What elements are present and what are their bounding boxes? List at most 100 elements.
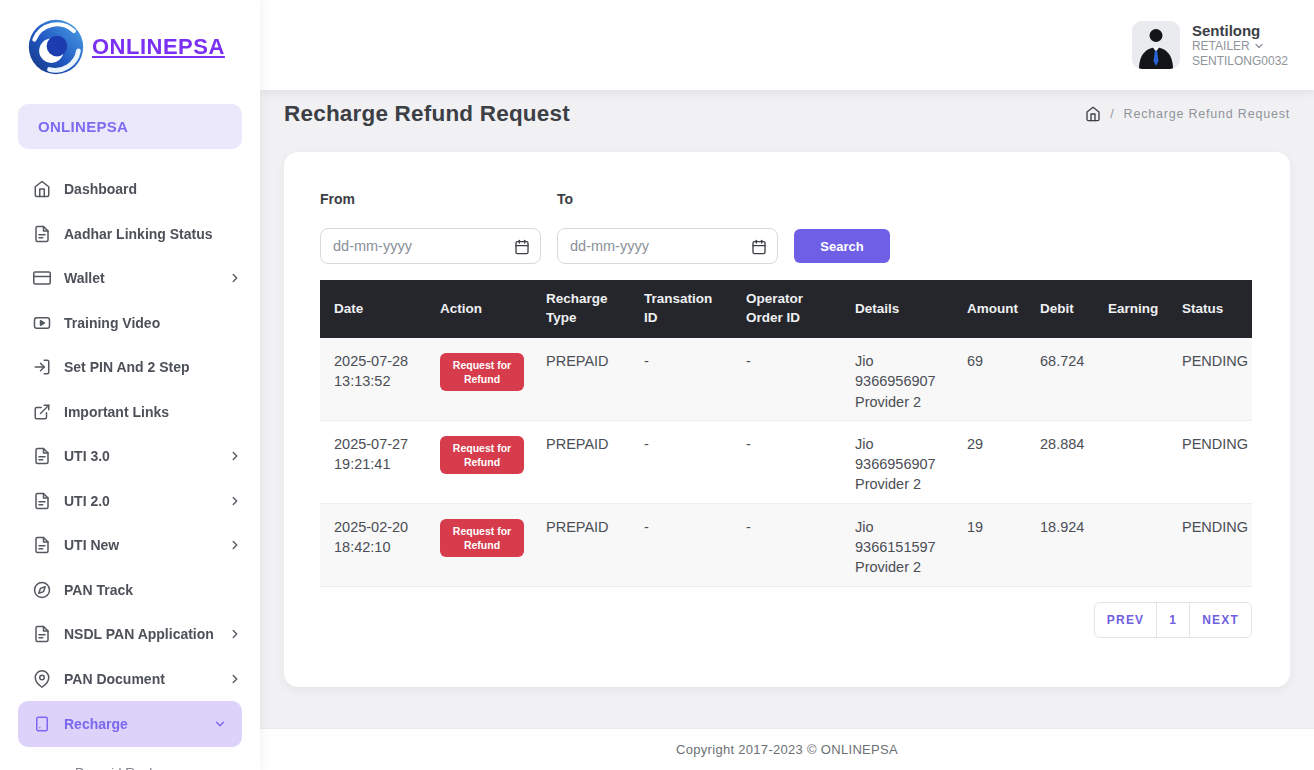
request-refund-button[interactable]: Request forRefund (440, 436, 524, 474)
sidebar-item-uti-20[interactable]: UTI 2.0 (0, 479, 260, 524)
sidebar-item-set-pin[interactable]: Set PIN And 2 Step (0, 345, 260, 390)
col-header-status: Status (1168, 280, 1252, 338)
cell-earning (1094, 503, 1168, 586)
request-refund-button[interactable]: Request forRefund (440, 519, 524, 557)
calendar-icon[interactable] (514, 239, 530, 255)
from-date-input[interactable]: dd-mm-yyyy (320, 228, 541, 264)
cell-date: 2025-07-2719:21:41 (320, 420, 426, 503)
col-header-date: Date (320, 280, 426, 338)
col-header-earning: Earning (1094, 280, 1168, 338)
to-label: To (557, 192, 778, 206)
cell-amount: 19 (953, 503, 1026, 586)
cell-transaction-id: - (630, 338, 732, 420)
sidebar-item-label: UTI 2.0 (64, 493, 110, 509)
file-icon (33, 447, 51, 465)
sidebar-item-label: Dashboard (64, 181, 137, 197)
chevron-right-icon (228, 538, 242, 552)
refund-card: From dd-mm-yyyy To dd-mm-yyyy Search (284, 152, 1290, 687)
breadcrumb-current: Recharge Refund Request (1124, 107, 1290, 121)
breadcrumb: / Recharge Refund Request (1085, 106, 1290, 122)
sidebar-item-uti-30[interactable]: UTI 3.0 (0, 434, 260, 479)
login-icon (33, 358, 51, 376)
sidebar-item-prepaid-recharge[interactable]: Prepaid Recharge (0, 755, 260, 770)
page-title: Recharge Refund Request (284, 101, 570, 127)
content: Recharge Refund Request / Recharge Refun… (260, 90, 1314, 728)
col-header-recharge-type: Recharge Type (532, 280, 630, 338)
from-date-placeholder: dd-mm-yyyy (333, 238, 412, 254)
sidebar-item-aadhar-linking-status[interactable]: Aadhar Linking Status (0, 212, 260, 257)
footer: Copyright 2017-2023 © ONLINEPSA (260, 728, 1314, 770)
sidebar-item-label: Recharge (64, 716, 128, 732)
next-button[interactable]: NEXT (1189, 602, 1252, 638)
compass-icon (33, 581, 51, 599)
chevron-down-icon[interactable] (1253, 40, 1265, 52)
col-header-details: Details (841, 280, 953, 338)
request-refund-button[interactable]: Request forRefund (440, 353, 524, 391)
user-menu[interactable]: Sentilong RETAILER SENTILONG0032 (1132, 21, 1288, 69)
breadcrumb-separator: / (1110, 107, 1114, 121)
document-icon (33, 715, 51, 733)
user-id: SENTILONG0032 (1192, 54, 1288, 69)
cell-status: PENDING (1168, 338, 1252, 420)
sidebar-item-pan-track[interactable]: PAN Track (0, 568, 260, 613)
cell-transaction-id: - (630, 420, 732, 503)
video-icon (33, 314, 51, 332)
sidebar-item-uti-new[interactable]: UTI New (0, 523, 260, 568)
col-header-operator-order-id: Operator Order ID (732, 280, 841, 338)
from-label: From (320, 192, 541, 206)
sidebar-item-recharge[interactable]: Recharge (18, 701, 242, 747)
sidebar-item-nsdl-pan-application[interactable]: NSDL PAN Application (0, 612, 260, 657)
cell-recharge-type: PREPAID (532, 503, 630, 586)
chevron-right-icon (228, 672, 242, 686)
sidebar-item-label: PAN Document (64, 671, 165, 687)
col-header-transaction-id: Transation ID (630, 280, 732, 338)
sidebar-item-label: Set PIN And 2 Step (64, 359, 190, 375)
sidebar-item-training-video[interactable]: Training Video (0, 301, 260, 346)
cell-date: 2025-02-2018:42:10 (320, 503, 426, 586)
logo[interactable]: ONLINEPSA (0, 0, 260, 94)
cell-action: Request forRefund (426, 420, 532, 503)
file-icon (33, 536, 51, 554)
sidebar-item-wallet[interactable]: Wallet (0, 256, 260, 301)
prev-button[interactable]: PREV (1094, 602, 1157, 638)
cell-action: Request forRefund (426, 338, 532, 420)
search-button[interactable]: Search (794, 229, 890, 263)
cell-status: PENDING (1168, 420, 1252, 503)
cell-details: Jio9366956907Provider 2 (841, 420, 953, 503)
cell-amount: 29 (953, 420, 1026, 503)
cell-debit: 18.924 (1026, 503, 1094, 586)
sidebar-item-dashboard[interactable]: Dashboard (0, 167, 260, 212)
cell-status: PENDING (1168, 503, 1252, 586)
sidebar-item-label: UTI 3.0 (64, 448, 110, 464)
home-icon[interactable] (1085, 106, 1101, 122)
sidebar-item-label: NSDL PAN Application (64, 626, 214, 642)
user-role: RETAILER (1192, 39, 1250, 54)
sidebar-item-important-links[interactable]: Important Links (0, 390, 260, 435)
chevron-right-icon (228, 627, 242, 641)
sidebar-item-label: Training Video (64, 315, 160, 331)
cell-operator-order-id: - (732, 503, 841, 586)
calendar-icon[interactable] (751, 239, 767, 255)
cell-amount: 69 (953, 338, 1026, 420)
cell-earning (1094, 420, 1168, 503)
to-date-input[interactable]: dd-mm-yyyy (557, 228, 778, 264)
cell-recharge-type: PREPAID (532, 420, 630, 503)
col-header-amount: Amount (953, 280, 1026, 338)
logo-text: ONLINEPSA (92, 34, 225, 60)
sidebar-item-label: Wallet (64, 270, 105, 286)
cell-earning (1094, 338, 1168, 420)
sidebar-item-pan-document[interactable]: PAN Document (0, 657, 260, 702)
cell-operator-order-id: - (732, 420, 841, 503)
sidebar-item-label: Important Links (64, 404, 169, 420)
sidebar-brand-pill[interactable]: ONLINEPSA (18, 104, 242, 149)
copyright-text: Copyright 2017-2023 © ONLINEPSA (676, 742, 898, 757)
home-icon (33, 180, 51, 198)
page-number-button[interactable]: 1 (1156, 602, 1190, 638)
user-name: Sentilong (1192, 22, 1288, 39)
cell-debit: 28.884 (1026, 420, 1094, 503)
refund-table: Date Action Recharge Type Transation ID … (320, 280, 1252, 587)
col-header-action: Action (426, 280, 532, 338)
sidebar: ONLINEPSA ONLINEPSA Dashboard Aadhar Lin… (0, 0, 260, 770)
cell-action: Request forRefund (426, 503, 532, 586)
sidebar-item-label: Prepaid Recharge (75, 765, 184, 770)
